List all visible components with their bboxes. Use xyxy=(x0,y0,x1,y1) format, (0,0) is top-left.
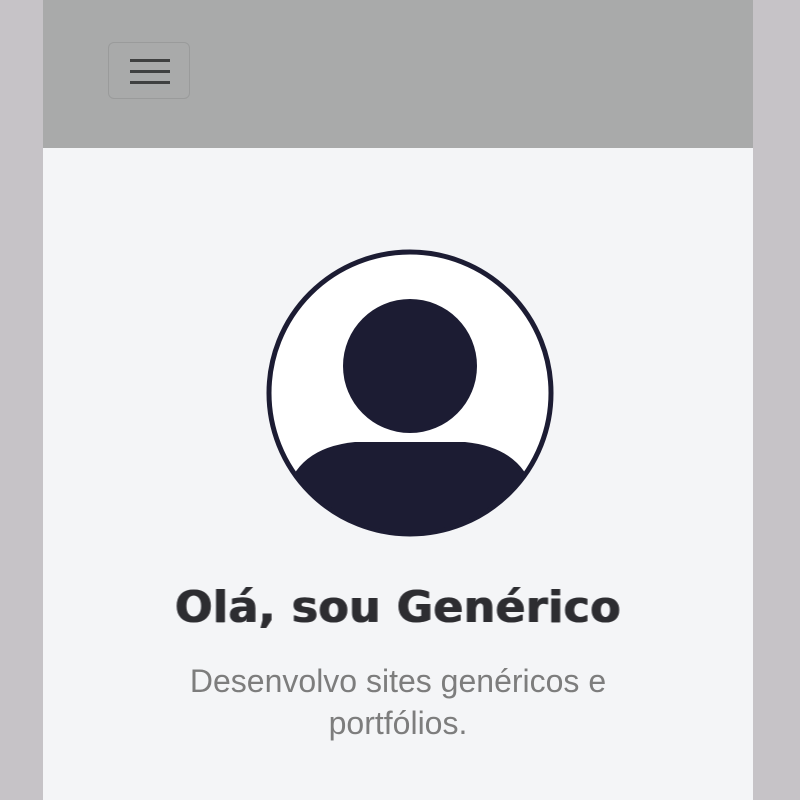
hero-subtitle: Desenvolvo sites genéricos e portfólios. xyxy=(189,663,607,741)
user-avatar-icon xyxy=(266,249,554,537)
page-viewport: Olá, sou Genérico Desenvolvo sites genér… xyxy=(43,0,753,800)
hero-title: Olá, sou Genérico xyxy=(175,582,621,633)
hero-section: Olá, sou Genérico Desenvolvo sites genér… xyxy=(43,148,753,800)
navbar xyxy=(43,0,753,148)
navbar-toggler-button[interactable] xyxy=(108,42,190,99)
hamburger-menu-icon xyxy=(130,59,170,84)
